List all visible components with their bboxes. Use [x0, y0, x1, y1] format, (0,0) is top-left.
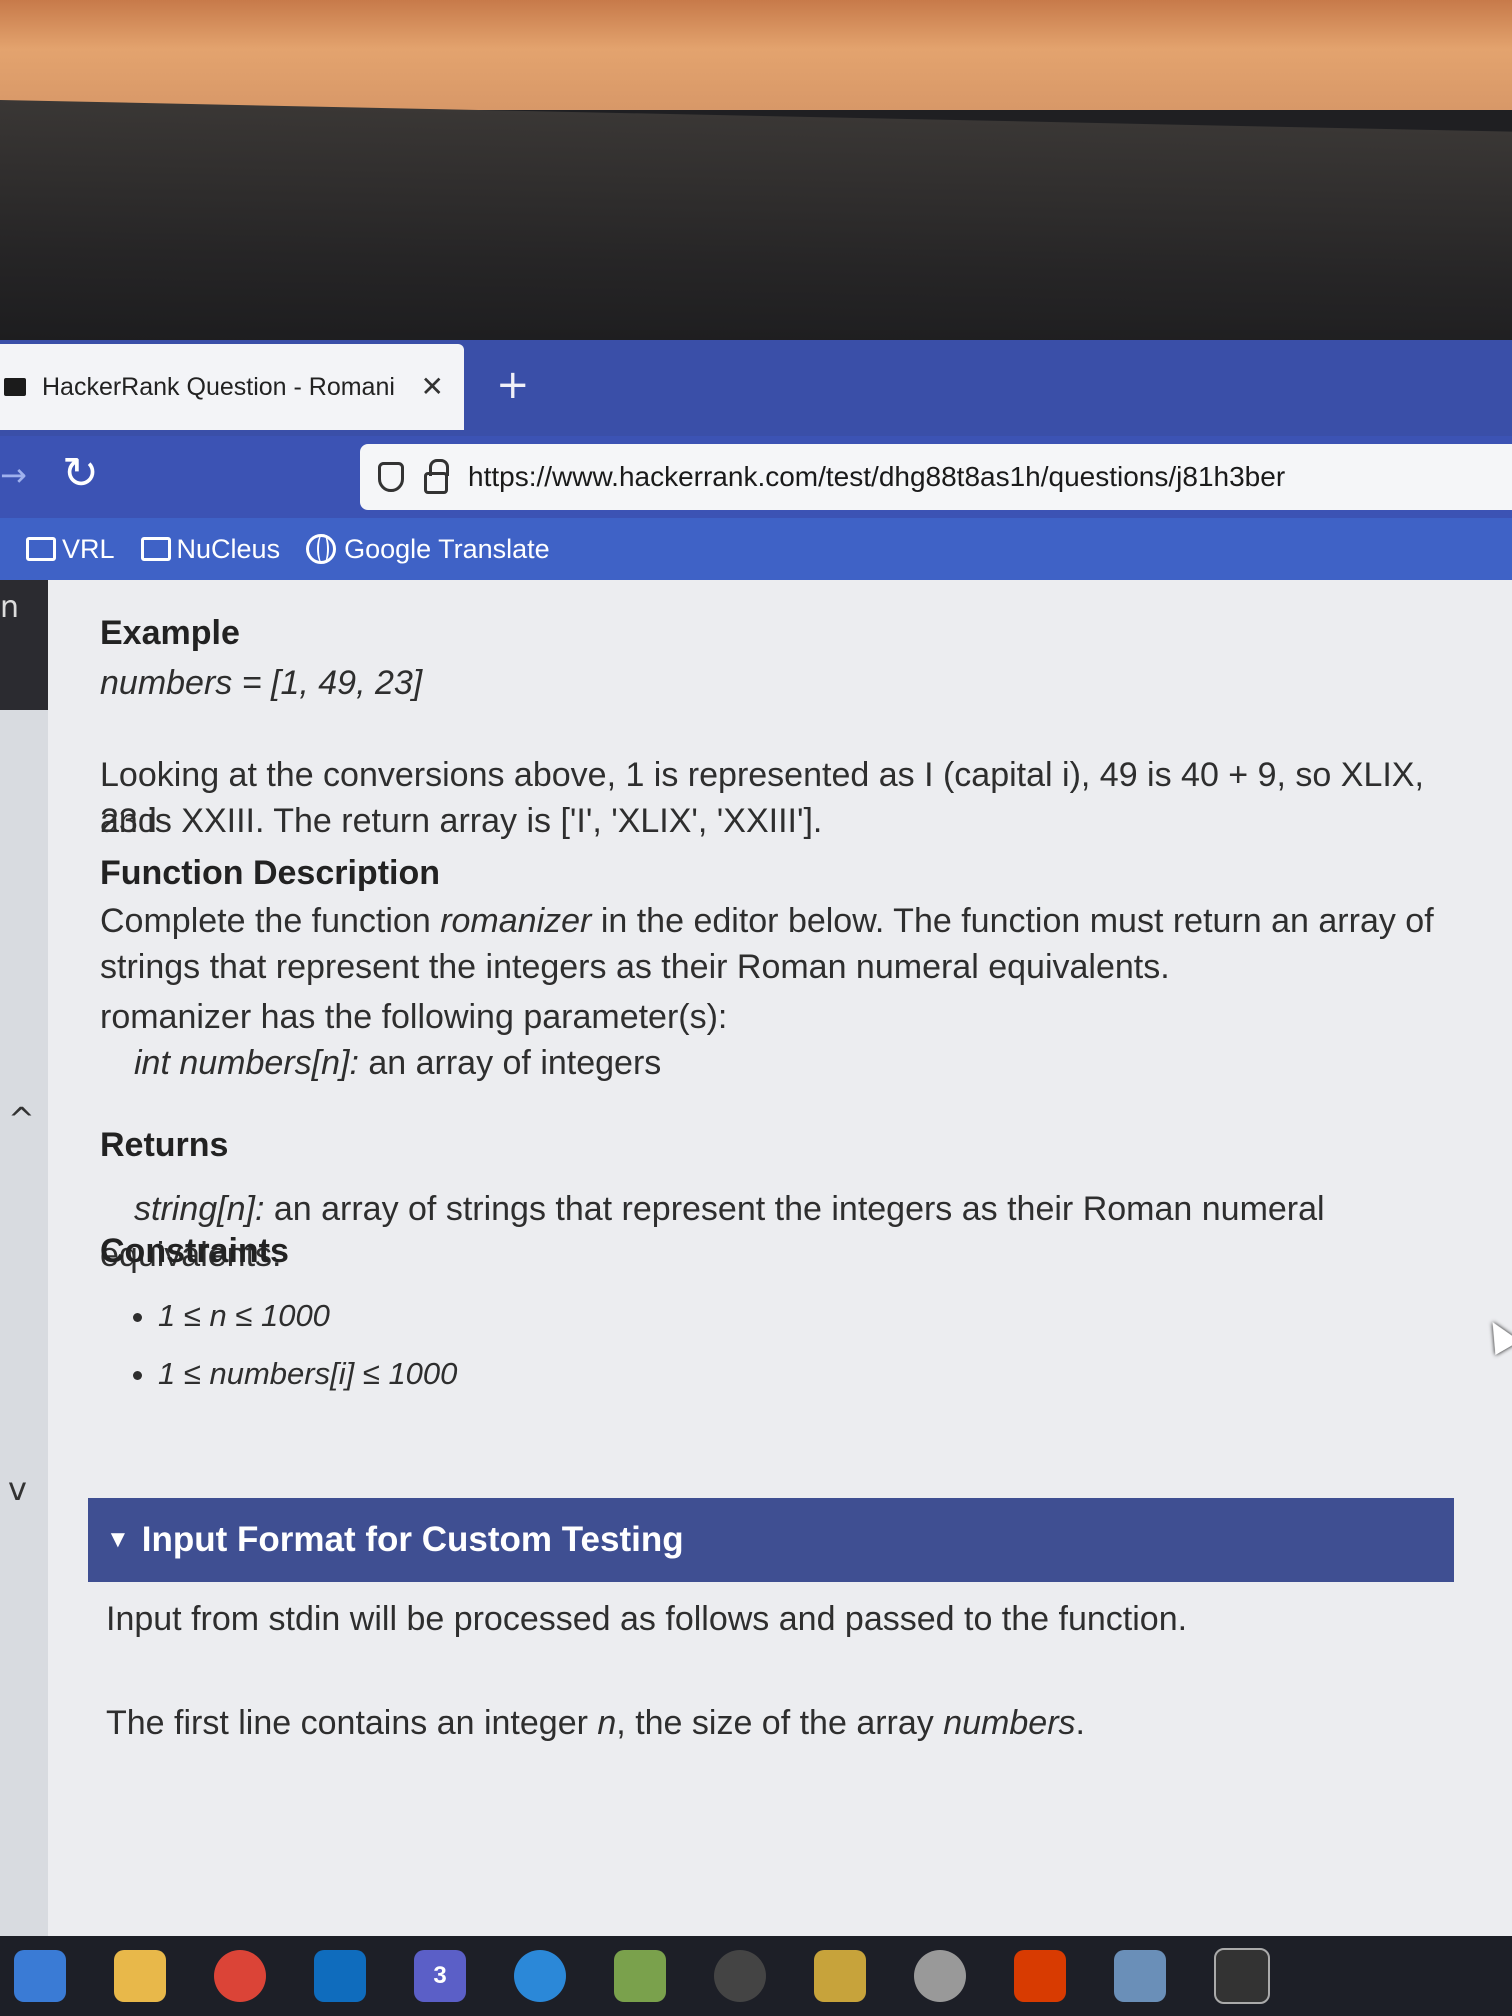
taskbar: 3 [0, 1936, 1512, 2016]
example-heading: Example [100, 614, 240, 652]
forward-icon[interactable]: → [0, 456, 27, 494]
bookmark-vrl[interactable]: VRL [26, 534, 115, 565]
left-rail: n ^ v [0, 580, 48, 2016]
input-format-heading: Input Format for Custom Testing [141, 1520, 684, 1559]
function-desc-pre: Complete the function [100, 902, 441, 940]
terminal-icon[interactable] [1214, 1948, 1270, 2004]
bookmark-google-translate[interactable]: Google Translate [306, 534, 550, 565]
explanation-line-2: 23 is XXIII. The return array is ['I', '… [100, 802, 823, 840]
globe-icon [306, 534, 337, 564]
tab-strip: HackerRank Question - Romani ✕ + [0, 340, 1512, 436]
first-line-pre: The first line contains an integer [106, 1704, 598, 1742]
chevron-up-icon[interactable]: ^ [8, 1100, 35, 1138]
bookmark-label: Google Translate [344, 533, 550, 564]
close-tab-icon[interactable]: ✕ [421, 370, 444, 403]
input-format-description: Input from stdin will be processed as fo… [106, 1600, 1188, 1638]
constraint-item: 1 ≤ n ≤ 1000 [158, 1298, 457, 1334]
teams-badge: 3 [433, 1962, 447, 1989]
first-line-array: numbers [943, 1704, 1076, 1742]
url-text[interactable]: https://www.hackerrank.com/test/dhg88t8a… [468, 461, 1285, 493]
caret-down-icon: ▼ [106, 1526, 130, 1553]
bookmarks-bar: VRL NuCleus Google Translate [0, 518, 1512, 580]
left-rail-header: n [0, 580, 48, 710]
example-line: numbers = [1, 49, 23] [100, 664, 423, 702]
browser-window: HackerRank Question - Romani ✕ + → ↻ htt… [0, 340, 1512, 2016]
first-line-mid: , the size of the array [616, 1704, 944, 1742]
new-tab-button[interactable]: + [496, 362, 530, 408]
constraints-heading: Constraints [100, 1232, 289, 1270]
parameter-line: int numbers[n]: an array of integers [134, 1040, 1512, 1086]
bookmark-label: VRL [62, 533, 115, 564]
shield-icon[interactable] [378, 462, 404, 492]
chevron-down-icon[interactable]: v [8, 1470, 27, 1508]
parameters-intro: romanizer has the following parameter(s)… [100, 998, 728, 1036]
edge-icon[interactable] [514, 1950, 566, 2002]
teams-icon[interactable]: 3 [414, 1950, 466, 2002]
notepad-icon[interactable] [614, 1950, 666, 2002]
constraint-item: 1 ≤ numbers[i] ≤ 1000 [158, 1356, 457, 1392]
function-description-heading: Function Description [100, 854, 440, 892]
address-bar[interactable]: https://www.hackerrank.com/test/dhg88t8a… [360, 444, 1512, 510]
first-line-description: The first line contains an integer n, th… [106, 1700, 1486, 1746]
bookmark-nucleus[interactable]: NuCleus [140, 533, 281, 565]
task-view-icon[interactable] [14, 1950, 66, 2002]
ue-icon[interactable] [714, 1950, 766, 2002]
function-description: Complete the function romanizer in the e… [100, 898, 1480, 990]
rail-label: n [0, 590, 20, 625]
lock-icon[interactable] [424, 459, 449, 494]
hackerrank-favicon-icon [4, 378, 26, 396]
input-format-section-toggle[interactable]: ▼ Input Format for Custom Testing [88, 1498, 1454, 1582]
constraints-list: 1 ≤ n ≤ 1000 1 ≤ numbers[i] ≤ 1000 [118, 1298, 457, 1414]
outlook-icon[interactable] [314, 1950, 366, 2002]
first-line-var: n [597, 1704, 617, 1742]
tab-title: HackerRank Question - Romani [42, 372, 395, 401]
network-icon[interactable] [1114, 1950, 1166, 2002]
parameter-name: int numbers[n]: [134, 1044, 359, 1082]
mail-icon[interactable] [814, 1950, 866, 2002]
paint-icon[interactable] [914, 1950, 966, 2002]
folder-icon [26, 537, 56, 561]
question-panel: Example numbers = [1, 49, 23] Looking at… [48, 580, 1512, 1936]
tab-hackerrank[interactable]: HackerRank Question - Romani ✕ [0, 344, 464, 430]
chrome-icon[interactable] [214, 1950, 266, 2002]
returns-type: string[n]: [134, 1190, 265, 1228]
function-name: romanizer [440, 902, 592, 940]
parameter-desc: an array of integers [358, 1044, 662, 1082]
acrobat-icon[interactable] [1014, 1950, 1066, 2002]
folder-icon [140, 537, 171, 561]
background-wall [0, 0, 1512, 110]
navigation-bar: → ↻ https://www.hackerrank.com/test/dhg8… [0, 436, 1512, 518]
file-explorer-icon[interactable] [114, 1950, 166, 2002]
reload-button[interactable]: ↻ [62, 448, 99, 499]
bookmark-label: NuCleus [176, 533, 281, 564]
returns-heading: Returns [100, 1126, 229, 1164]
first-line-end: . [1075, 1704, 1085, 1742]
returns-line: string[n]: an array of strings that repr… [100, 1186, 1480, 1278]
